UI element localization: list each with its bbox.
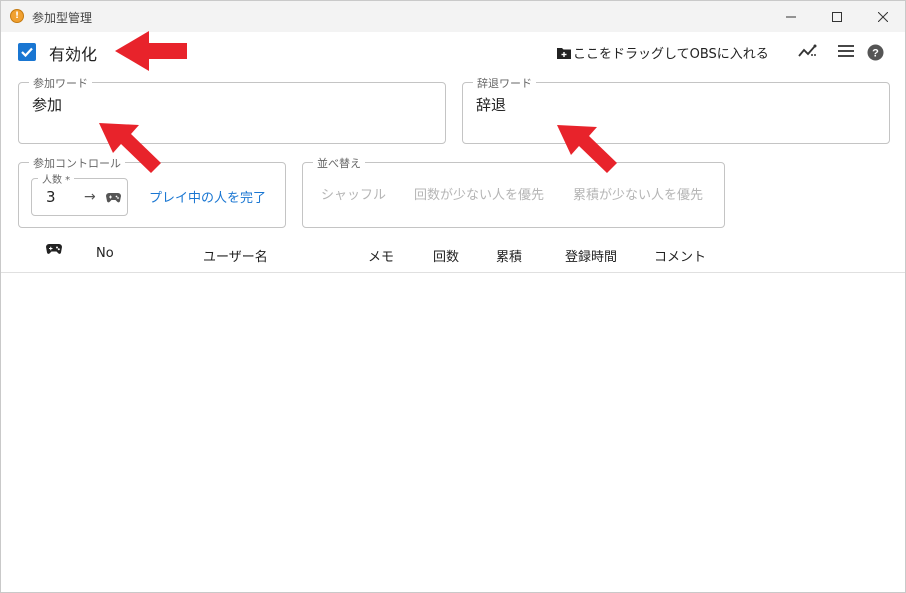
stats-chart-icon[interactable] bbox=[798, 43, 818, 59]
gamepad-icon bbox=[46, 244, 62, 254]
annotation-arrow-icon bbox=[557, 125, 617, 173]
table-body bbox=[1, 273, 905, 592]
obs-drag-label: ここをドラッグしてOBSに入れる bbox=[573, 47, 769, 62]
folder-add-icon bbox=[557, 47, 571, 59]
arrow-right-icon: → bbox=[84, 189, 96, 205]
maximize-icon bbox=[832, 11, 842, 22]
column-header-username[interactable]: ユーザー名 bbox=[203, 246, 268, 265]
column-header-memo[interactable]: メモ bbox=[368, 246, 394, 265]
column-header-comment[interactable]: コメント bbox=[654, 246, 706, 265]
close-button[interactable] bbox=[860, 1, 905, 32]
player-count-value[interactable]: 3 bbox=[46, 188, 56, 206]
column-header-no[interactable]: No bbox=[96, 246, 114, 261]
table-header: No ユーザー名 メモ 回数 累積 登録時間 コメント bbox=[1, 237, 905, 273]
annotation-arrow-icon bbox=[99, 123, 161, 173]
leave-word-value[interactable]: 辞退 bbox=[476, 94, 506, 115]
sort-group: 並べ替え シャッフル 回数が少ない人を優先 累積が少ない人を優先 bbox=[302, 155, 725, 228]
maximize-button[interactable] bbox=[814, 1, 860, 32]
sort-fewer-total-button[interactable]: 累積が少ない人を優先 bbox=[573, 184, 703, 203]
close-icon bbox=[878, 11, 888, 22]
window-title: 参加型管理 bbox=[32, 11, 93, 25]
player-count-field[interactable]: 人数 * 3 → bbox=[31, 171, 128, 216]
column-header-count[interactable]: 回数 bbox=[433, 246, 459, 265]
obs-drag-handle[interactable]: ここをドラッグしてOBSに入れる bbox=[557, 43, 769, 62]
annotation-arrow-icon bbox=[115, 31, 187, 71]
svg-text:?: ? bbox=[872, 48, 879, 60]
help-icon[interactable]: ? bbox=[867, 44, 884, 61]
finish-playing-button[interactable]: プレイ中の人を完了 bbox=[149, 187, 266, 206]
sort-shuffle-button[interactable]: シャッフル bbox=[321, 184, 386, 203]
menu-icon[interactable] bbox=[837, 44, 855, 58]
sort-fewer-count-button[interactable]: 回数が少ない人を優先 bbox=[414, 184, 544, 203]
enable-label: 有効化 bbox=[49, 45, 98, 64]
player-count-legend: 人数 * bbox=[38, 171, 75, 186]
join-word-value[interactable]: 参加 bbox=[32, 94, 62, 115]
minimize-button[interactable] bbox=[768, 1, 814, 32]
app-icon: ! bbox=[10, 9, 24, 23]
leave-word-legend: 辞退ワード bbox=[473, 75, 536, 91]
gamepad-icon bbox=[106, 193, 121, 203]
leave-word-field[interactable]: 辞退ワード 辞退 bbox=[462, 75, 890, 144]
enable-checkbox[interactable] bbox=[18, 43, 36, 61]
join-word-field[interactable]: 参加ワード 参加 bbox=[18, 75, 446, 144]
join-word-legend: 参加ワード bbox=[29, 75, 92, 91]
column-header-total[interactable]: 累積 bbox=[496, 246, 522, 265]
app-window: ! 参加型管理 有効化 ここをドラッグしてOBSに入れる ? 参加ワード 参加 … bbox=[0, 0, 906, 593]
checkmark-icon bbox=[21, 47, 33, 58]
sort-legend: 並べ替え bbox=[313, 155, 365, 171]
minimize-icon bbox=[786, 16, 796, 17]
column-header-registered-time[interactable]: 登録時間 bbox=[565, 246, 617, 265]
